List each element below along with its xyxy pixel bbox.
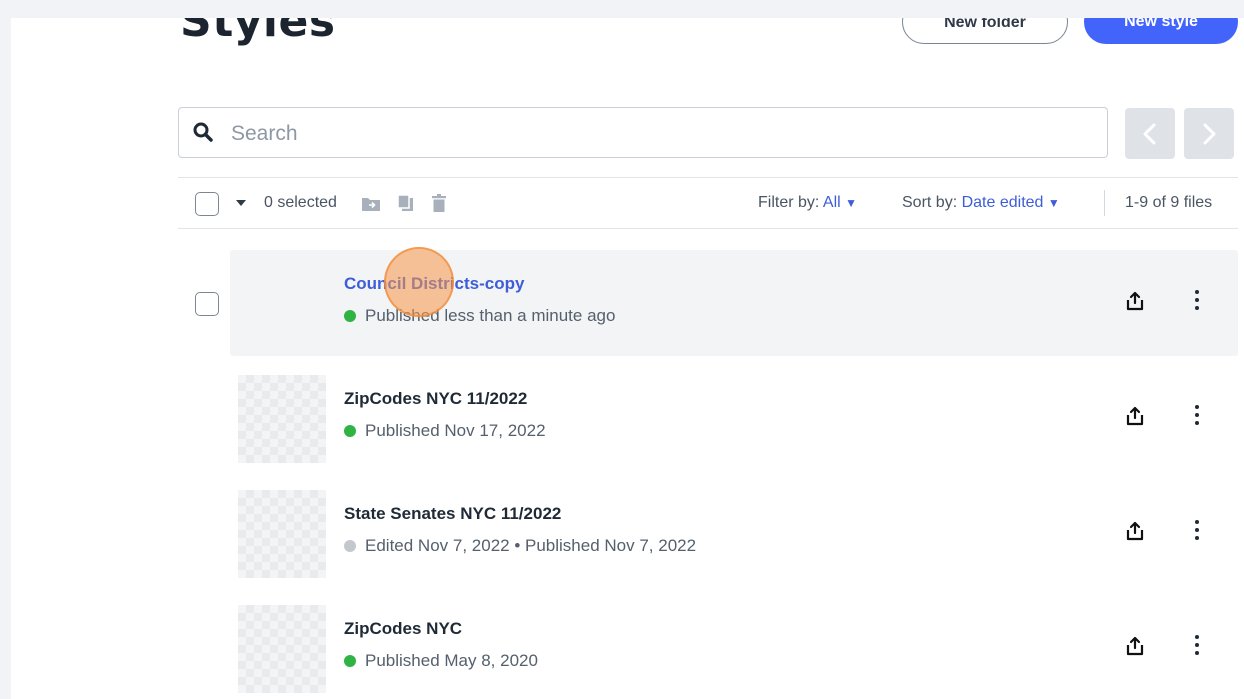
selected-count: 0 selected — [264, 194, 337, 211]
sort-label: Sort by: — [902, 194, 958, 211]
new-folder-button[interactable]: New folder — [902, 18, 1068, 44]
status-dot — [344, 655, 356, 667]
style-name-link[interactable]: ZipCodes NYC — [344, 619, 462, 639]
filter-value[interactable]: All — [823, 194, 841, 211]
style-status: Edited Nov 7, 2022 • Published Nov 7, 20… — [344, 536, 696, 556]
file-count: 1-9 of 9 files — [1125, 194, 1213, 211]
sort-caret-icon: ▼ — [1047, 196, 1060, 210]
filter-label: Filter by: — [758, 194, 820, 211]
caret-down-icon[interactable] — [235, 198, 247, 208]
style-status: Published Nov 17, 2022 — [344, 421, 546, 441]
more-options-icon[interactable] — [1192, 520, 1202, 546]
filter-control[interactable]: Filter by: All ▼ — [758, 194, 857, 212]
status-dot — [344, 310, 356, 322]
status-dot — [344, 425, 356, 437]
search-box[interactable] — [178, 107, 1108, 158]
more-options-icon[interactable] — [1192, 405, 1202, 431]
style-thumbnail — [238, 490, 326, 578]
chevron-left-icon — [1143, 123, 1156, 145]
move-to-folder-icon[interactable] — [361, 195, 381, 212]
style-name-link[interactable]: Council Districts-copy — [344, 274, 524, 294]
style-status: Published less than a minute ago — [344, 306, 615, 326]
select-all-checkbox[interactable] — [195, 192, 219, 216]
style-thumbnail — [238, 375, 326, 463]
search-icon — [193, 122, 213, 142]
more-options-icon[interactable] — [1192, 290, 1202, 316]
sort-value[interactable]: Date edited — [962, 194, 1044, 211]
list-item[interactable]: ZipCodes NYC 11/2022 Published Nov 17, 2… — [230, 365, 1238, 471]
status-text: Published May 8, 2020 — [365, 651, 538, 670]
trash-icon[interactable] — [432, 194, 446, 212]
share-icon[interactable] — [1126, 636, 1144, 656]
status-dot — [344, 540, 356, 552]
share-icon[interactable] — [1126, 291, 1144, 311]
search-input[interactable] — [229, 118, 1093, 150]
toolbar-divider-top — [178, 177, 1238, 178]
next-page-button[interactable] — [1184, 108, 1234, 159]
row-checkbox[interactable] — [195, 292, 219, 316]
status-text: Edited Nov 7, 2022 • Published Nov 7, 20… — [365, 536, 697, 555]
status-text: Published less than a minute ago — [365, 306, 616, 325]
list-item[interactable]: ZipCodes NYC Published May 8, 2020 — [230, 595, 1238, 699]
status-text: Published Nov 17, 2022 — [365, 421, 546, 440]
style-name-link[interactable]: State Senates NYC 11/2022 — [344, 504, 561, 524]
chevron-right-icon — [1203, 123, 1216, 145]
share-icon[interactable] — [1126, 406, 1144, 426]
share-icon[interactable] — [1126, 521, 1144, 541]
list-item[interactable]: Council Districts-copy Published less th… — [195, 250, 1238, 356]
style-status: Published May 8, 2020 — [344, 651, 538, 671]
filter-caret-icon: ▼ — [845, 196, 858, 210]
toolbar-separator — [1104, 190, 1105, 216]
style-name-link[interactable]: ZipCodes NYC 11/2022 — [344, 389, 527, 409]
main-panel: Styles New folder New style 0 selected — [11, 18, 1244, 699]
page-title: Styles — [180, 18, 336, 47]
more-options-icon[interactable] — [1192, 635, 1202, 661]
previous-page-button[interactable] — [1125, 108, 1175, 159]
sort-control[interactable]: Sort by: Date edited ▼ — [902, 194, 1060, 212]
style-thumbnail — [238, 605, 326, 693]
toolbar-divider-bottom — [178, 228, 1238, 229]
duplicate-icon[interactable] — [397, 194, 415, 212]
list-item[interactable]: State Senates NYC 11/2022 Edited Nov 7, … — [230, 480, 1238, 586]
new-style-button[interactable]: New style — [1084, 18, 1238, 44]
